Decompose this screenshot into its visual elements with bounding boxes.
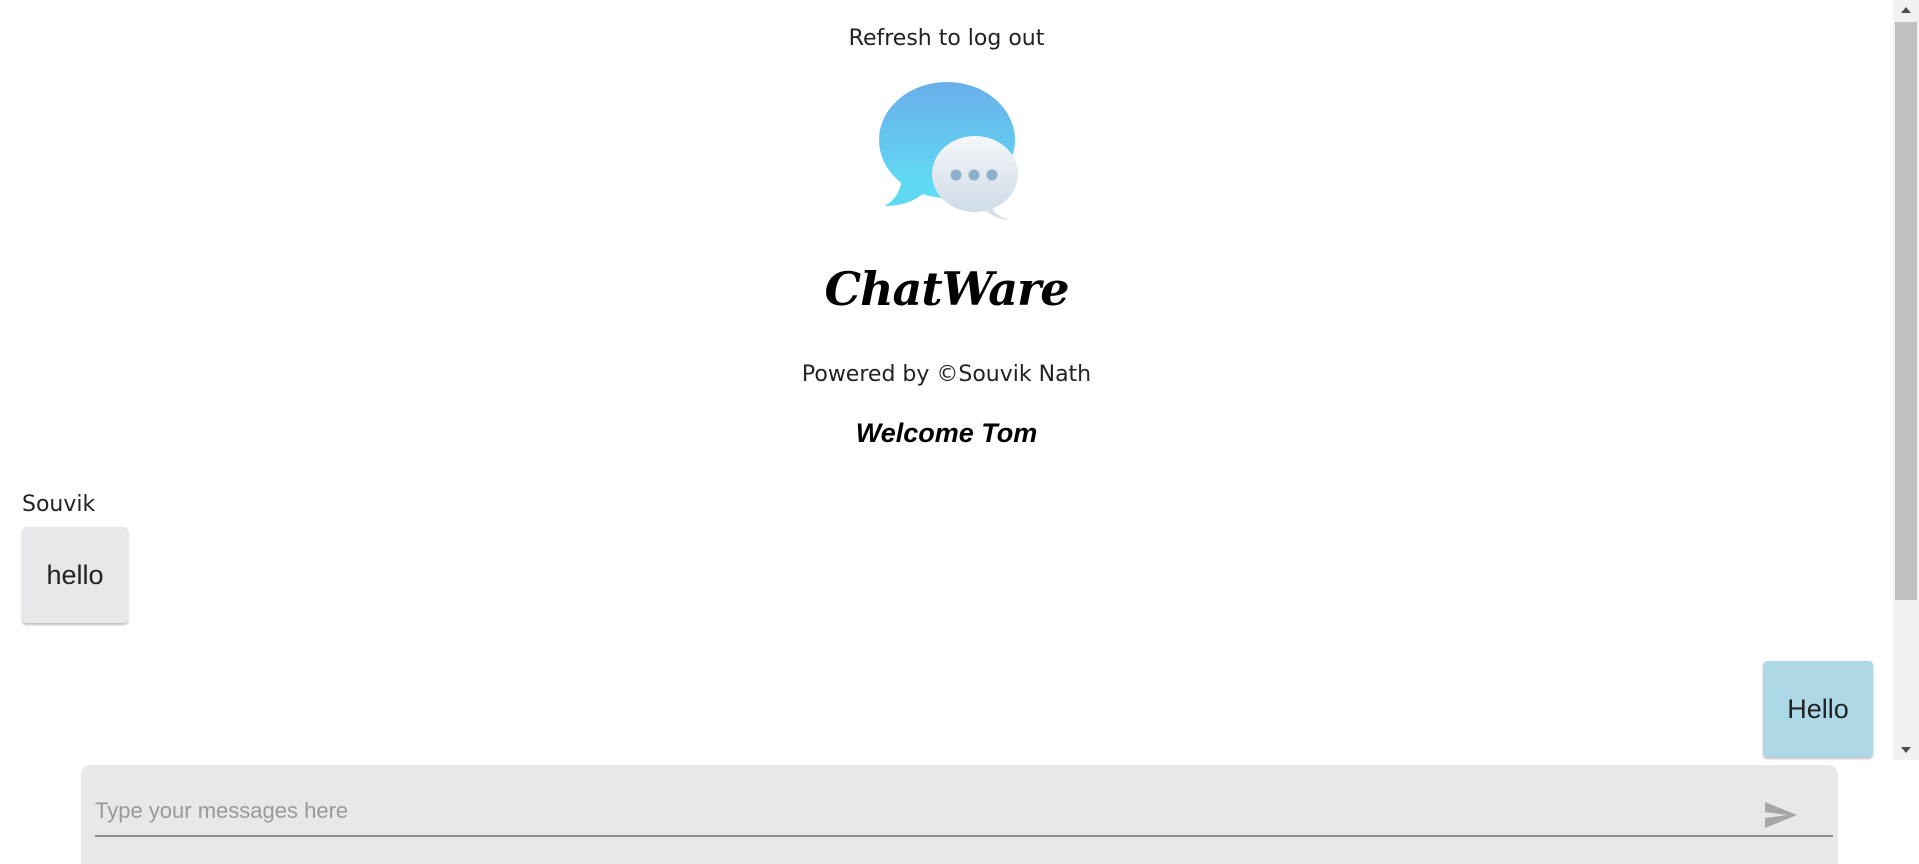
powered-by-text: Powered by ©Souvik Nath xyxy=(801,362,1092,387)
chat-page: Refresh to log out ChatWare Powered by ©… xyxy=(0,0,1893,760)
message-sender-name: Souvik xyxy=(22,492,96,517)
send-icon xyxy=(1763,800,1799,834)
message-composer xyxy=(81,765,1838,864)
scrollbar-thumb[interactable] xyxy=(1895,22,1917,600)
send-button[interactable] xyxy=(1756,792,1806,842)
scroll-down-arrow-icon[interactable] xyxy=(1893,740,1919,760)
app-title: ChatWare xyxy=(824,262,1069,316)
page-scrollbar[interactable] xyxy=(1893,0,1919,760)
outgoing-message-bubble: Hello xyxy=(1763,661,1873,757)
refresh-note: Refresh to log out xyxy=(848,26,1045,51)
incoming-message-bubble: hello xyxy=(22,527,128,623)
message-input[interactable] xyxy=(95,787,1833,837)
welcome-message: Welcome Tom xyxy=(855,418,1038,448)
chat-bubbles-icon xyxy=(872,78,1022,228)
scroll-up-arrow-icon[interactable] xyxy=(1893,0,1919,20)
